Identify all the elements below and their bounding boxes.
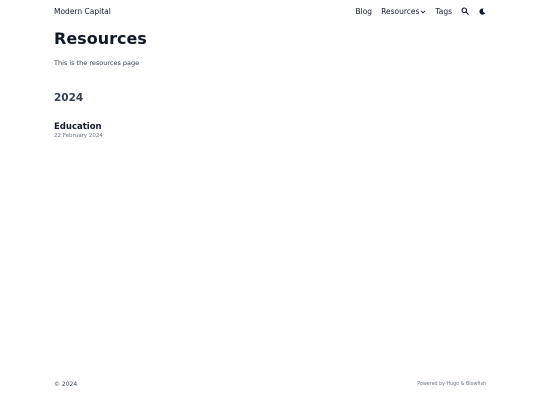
- page-title: Resources: [54, 29, 147, 48]
- article-title-link[interactable]: Education: [54, 122, 103, 133]
- search-button[interactable]: [461, 7, 469, 15]
- year-heading: 2024: [54, 92, 84, 104]
- nav-blog[interactable]: Blog: [355, 7, 372, 16]
- copyright-text: © 2024: [54, 380, 78, 388]
- site-footer: © 2024 Powered by Hugo & Blowfish: [54, 379, 486, 389]
- main-nav: Blog Resources Tags: [355, 7, 486, 16]
- article-date: 22 February 2024: [54, 133, 103, 139]
- nav-resources-dropdown[interactable]: Resources: [381, 7, 426, 16]
- site-header: Modern Capital Blog Resources Tags: [54, 4, 486, 18]
- moon-icon: [478, 7, 486, 15]
- search-icon: [461, 7, 469, 15]
- page-description: This is the resources page: [54, 59, 140, 67]
- powered-by-text: Powered by Hugo & Blowfish: [417, 381, 486, 387]
- site-title-link[interactable]: Modern Capital: [54, 7, 111, 16]
- chevron-down-icon: [420, 8, 426, 14]
- theme-toggle-button[interactable]: [478, 7, 486, 15]
- article-list-item: Education 22 February 2024: [54, 122, 103, 140]
- nav-tags[interactable]: Tags: [435, 7, 452, 16]
- nav-resources-label: Resources: [381, 6, 420, 16]
